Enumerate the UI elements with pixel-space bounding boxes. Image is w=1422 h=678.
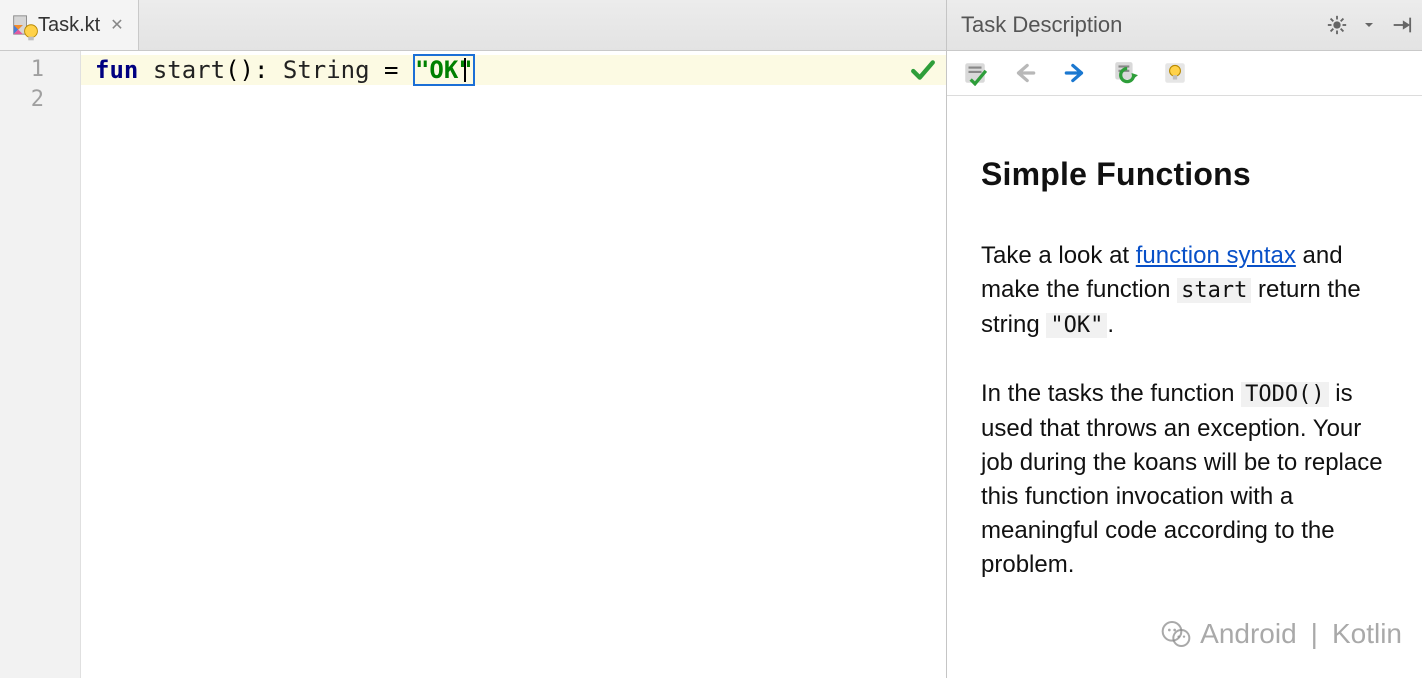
- kotlin-file-icon: [10, 14, 32, 36]
- task-toolbar: [947, 51, 1422, 96]
- close-icon[interactable]: ✕: [110, 15, 123, 35]
- task-description-body: Simple Functions Take a look at function…: [947, 96, 1422, 616]
- function-syntax-link[interactable]: function syntax: [1136, 242, 1296, 269]
- return-type: String: [283, 56, 370, 84]
- code-ok: "OK": [1046, 313, 1107, 338]
- fn-name: start: [153, 56, 225, 84]
- text-caret: [464, 58, 466, 82]
- line-number: 2: [0, 85, 80, 115]
- hide-panel-icon[interactable]: [1388, 12, 1414, 38]
- task-panel-header: Task Description: [947, 0, 1422, 51]
- gear-icon[interactable]: [1324, 12, 1350, 38]
- keyword-fun: fun: [95, 56, 138, 84]
- line-number: 1: [0, 55, 80, 85]
- app-root: Task.kt ✕ 1 2 fun start(): String = "OK": [0, 0, 1422, 678]
- code-line-1[interactable]: fun start(): String = "OK": [81, 55, 946, 85]
- tab-filename: Task.kt: [38, 14, 100, 37]
- hint-bulb-icon[interactable]: [1161, 59, 1189, 87]
- bulb-overlay-icon: [20, 22, 38, 40]
- task-panel: Task Description: [947, 0, 1422, 678]
- editor-tabbar: Task.kt ✕: [0, 0, 946, 51]
- editor-tab-taskkt[interactable]: Task.kt ✕: [0, 0, 139, 50]
- task-paragraph-2: In the tasks the function TODO() is used…: [981, 377, 1394, 582]
- next-task-icon[interactable]: [1061, 59, 1089, 87]
- code-todo: TODO(): [1241, 382, 1328, 407]
- checkmark-icon: [910, 57, 936, 89]
- task-paragraph-1: Take a look at function syntax and make …: [981, 239, 1394, 343]
- code-line-2[interactable]: [81, 85, 946, 115]
- code-content[interactable]: fun start(): String = "OK": [81, 51, 946, 678]
- task-panel-title: Task Description: [961, 12, 1318, 38]
- reset-task-icon[interactable]: [1111, 59, 1139, 87]
- chevron-down-icon[interactable]: [1356, 12, 1382, 38]
- prev-task-icon[interactable]: [1011, 59, 1039, 87]
- editor-pane: Task.kt ✕ 1 2 fun start(): String = "OK": [0, 0, 947, 678]
- check-task-icon[interactable]: [961, 59, 989, 87]
- line-gutter: 1 2: [0, 51, 81, 678]
- editor-area[interactable]: 1 2 fun start(): String = "OK": [0, 51, 946, 678]
- code-start: start: [1177, 278, 1251, 303]
- task-heading: Simple Functions: [981, 156, 1394, 193]
